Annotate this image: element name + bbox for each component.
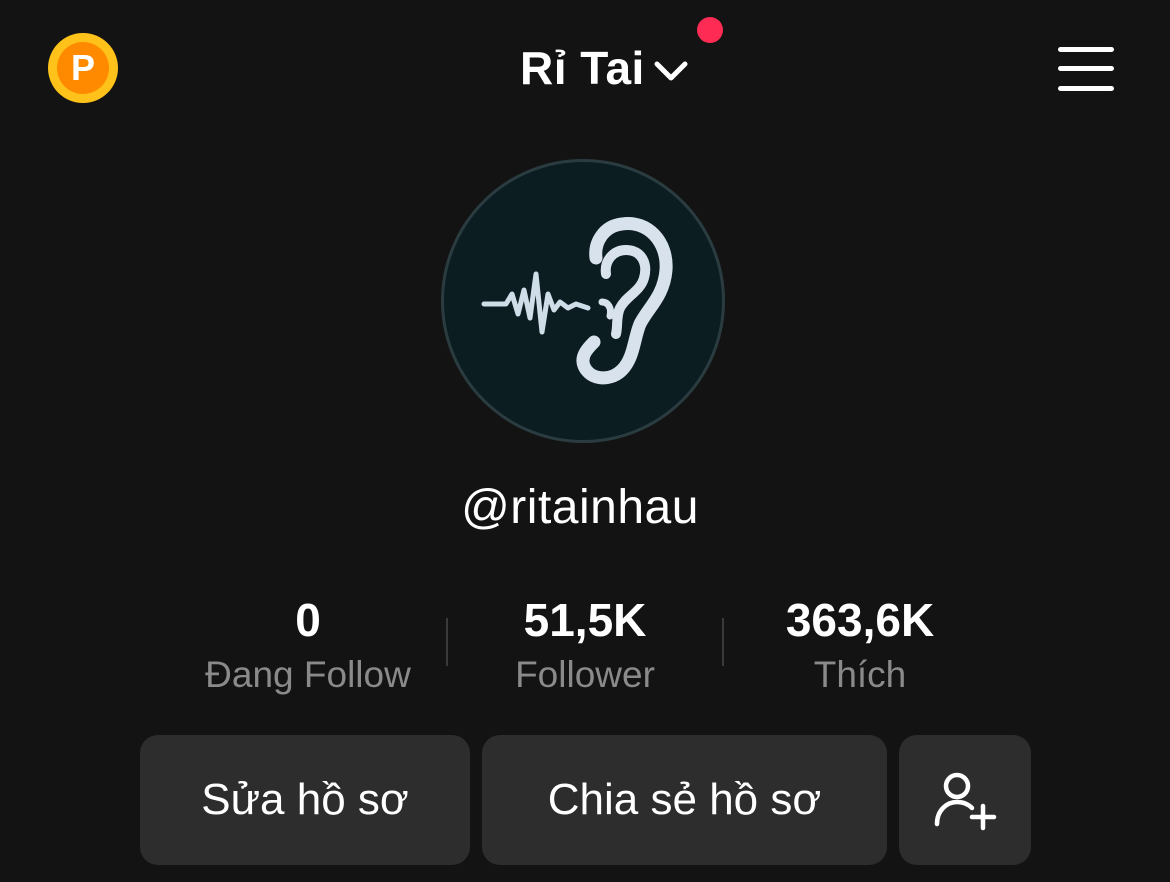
page-title: Rỉ Tai	[520, 42, 645, 94]
share-profile-label: Chia sẻ hồ sơ	[547, 775, 822, 824]
username: @ritainhau	[461, 481, 699, 534]
avatar[interactable]	[441, 159, 725, 443]
points-coin-icon: P	[57, 42, 109, 94]
hamburger-menu-icon[interactable]	[1056, 45, 1116, 93]
stat-divider	[446, 618, 448, 666]
points-coin-button[interactable]: P	[48, 33, 118, 103]
stat-followers-value: 51,5K	[523, 594, 647, 646]
stat-following-label: Đang Follow	[205, 654, 411, 695]
add-friend-button[interactable]	[899, 735, 1031, 865]
stat-divider	[722, 618, 724, 666]
stat-following-value: 0	[295, 594, 321, 646]
stat-likes[interactable]: 363,6K Thích	[745, 588, 975, 700]
share-profile-button[interactable]: Chia sẻ hồ sơ	[482, 735, 887, 865]
add-friend-icon	[934, 772, 997, 831]
edit-profile-button[interactable]: Sửa hồ sơ	[140, 735, 470, 865]
stat-followers-label: Follower	[515, 654, 655, 695]
stat-followers[interactable]: 51,5K Follower	[470, 588, 700, 700]
notification-dot	[697, 17, 723, 43]
ear-soundwave-logo	[481, 217, 673, 385]
stat-likes-label: Thích	[813, 654, 907, 695]
edit-profile-label: Sửa hồ sơ	[201, 775, 409, 824]
account-switcher[interactable]: Rỉ Tai	[520, 38, 689, 98]
chevron-down-icon	[654, 61, 688, 81]
stat-following[interactable]: 0 Đang Follow	[188, 588, 428, 700]
stat-likes-value: 363,6K	[785, 594, 935, 646]
